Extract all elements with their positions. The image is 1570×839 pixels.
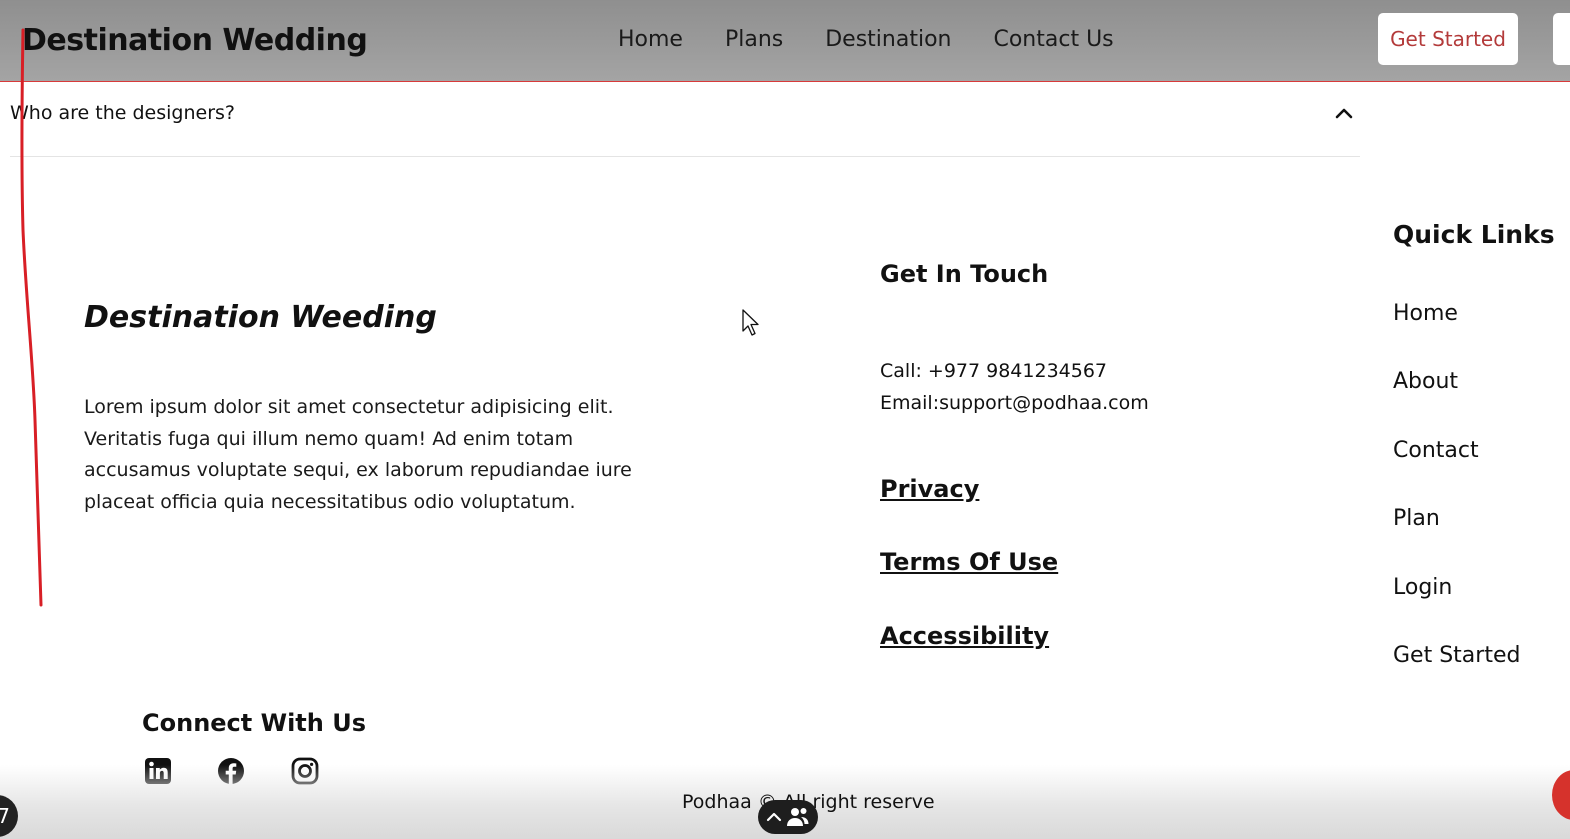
- contact-email: Email:support@podhaa.com: [880, 392, 1149, 414]
- main-nav: Home Plans Destination Contact Us: [618, 24, 1156, 56]
- site-brand[interactable]: Destination Wedding: [22, 22, 368, 60]
- connect-with-us-heading: Connect With Us: [142, 709, 366, 737]
- footer-brand: Destination Weeding: [84, 300, 437, 335]
- annotation-stroke: [20, 28, 43, 607]
- nav-home[interactable]: Home: [618, 24, 683, 56]
- people-icon[interactable]: [786, 806, 810, 828]
- mouse-cursor-icon: [742, 309, 759, 336]
- quick-link-login[interactable]: Login: [1393, 572, 1520, 640]
- quick-link-plan[interactable]: Plan: [1393, 503, 1520, 571]
- quick-links-list: Home About Contact Plan Login Get Starte…: [1393, 298, 1520, 708]
- get-in-touch-heading: Get In Touch: [880, 260, 1049, 288]
- quick-links-heading: Quick Links: [1393, 220, 1555, 249]
- top-navbar: Destination Wedding Home Plans Destinati…: [0, 0, 1570, 82]
- nav-destination[interactable]: Destination: [825, 24, 951, 56]
- chevron-up-icon[interactable]: [766, 809, 782, 825]
- privacy-link[interactable]: Privacy: [880, 475, 979, 503]
- chevron-up-icon[interactable]: [1333, 102, 1355, 124]
- get-started-button[interactable]: Get Started: [1378, 13, 1518, 65]
- terms-of-use-link[interactable]: Terms Of Use: [880, 548, 1058, 576]
- quick-link-about[interactable]: About: [1393, 366, 1520, 434]
- quick-link-contact[interactable]: Contact: [1393, 435, 1520, 503]
- nav-plans[interactable]: Plans: [725, 24, 783, 56]
- floating-toolbar[interactable]: [758, 800, 818, 834]
- secondary-header-button[interactable]: [1553, 13, 1570, 65]
- faq-item[interactable]: Who are the designers?: [10, 96, 1360, 157]
- quick-link-get-started[interactable]: Get Started: [1393, 640, 1520, 708]
- faq-question[interactable]: Who are the designers?: [10, 102, 235, 124]
- nav-contact-us[interactable]: Contact Us: [993, 24, 1113, 56]
- accessibility-link[interactable]: Accessibility: [880, 622, 1049, 650]
- contact-phone: Call: +977 9841234567: [880, 360, 1108, 382]
- quick-link-home[interactable]: Home: [1393, 298, 1520, 366]
- footer-description: Lorem ipsum dolor sit amet consectetur a…: [84, 396, 632, 513]
